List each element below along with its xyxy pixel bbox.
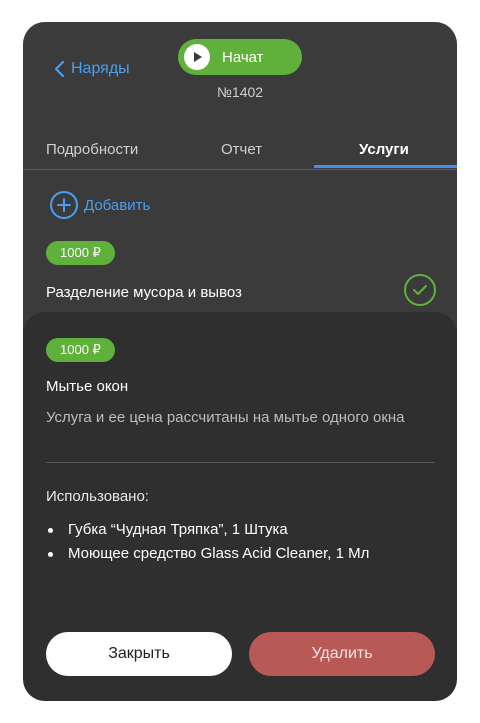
list-item: Моющее средство Glass Acid Cleaner, 1 Мл	[46, 542, 426, 566]
service-name[interactable]: Разделение мусора и вывоз	[46, 284, 242, 301]
plus-icon	[50, 191, 78, 219]
tab-services[interactable]: Услуги	[359, 141, 409, 158]
close-button[interactable]: Закрыть	[46, 632, 232, 676]
detail-description: Услуга и ее цена рассчитаны на мытье одн…	[46, 409, 405, 426]
used-materials-title: Использовано:	[46, 488, 149, 505]
add-service-label: Добавить	[84, 196, 151, 214]
detail-price-badge: 1000 ₽	[46, 338, 115, 362]
chevron-left-icon	[54, 60, 65, 78]
start-status-button[interactable]: Начат	[178, 39, 302, 75]
tab-details[interactable]: Подробности	[46, 141, 138, 158]
play-icon	[184, 44, 210, 70]
checkmark-icon	[404, 274, 436, 306]
active-tab-indicator	[314, 165, 457, 168]
used-materials-list: Губка “Чудная Тряпка”, 1 Штука Моющее ср…	[46, 518, 426, 566]
back-label: Наряды	[71, 60, 130, 77]
service-price-badge: 1000 ₽	[46, 241, 115, 265]
tab-report[interactable]: Отчет	[221, 141, 262, 158]
app-screen: Наряды Начат №1402 Подробности Отчет Усл…	[23, 22, 457, 701]
tab-bar: Подробности Отчет Услуги	[23, 129, 457, 170]
start-status-label: Начат	[222, 48, 264, 66]
service-detail-sheet: 1000 ₽ Мытье окон Услуга и ее цена рассч…	[23, 312, 457, 701]
order-number: №1402	[216, 84, 264, 100]
delete-button[interactable]: Удалить	[249, 632, 435, 676]
header: Наряды Начат №1402	[23, 22, 457, 127]
add-service-button[interactable]: Добавить	[50, 191, 150, 219]
list-item: Губка “Чудная Тряпка”, 1 Штука	[46, 518, 426, 542]
back-button[interactable]: Наряды	[53, 60, 130, 78]
divider	[46, 462, 435, 463]
detail-service-name: Мытье окон	[46, 378, 129, 395]
